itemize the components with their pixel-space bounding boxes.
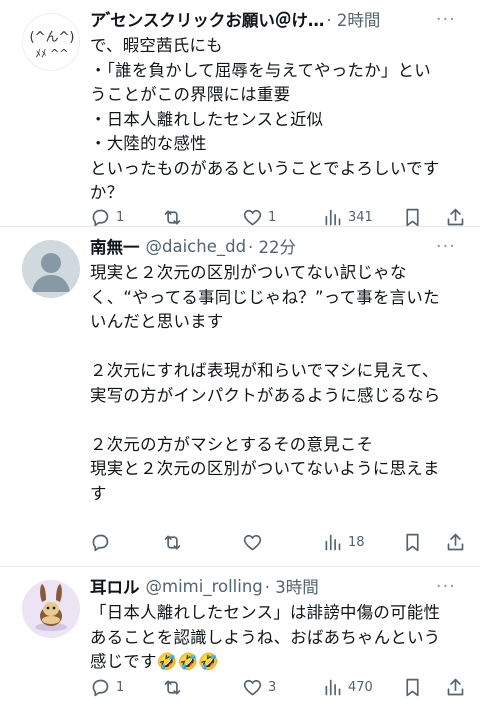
more-icon[interactable]: ··· (436, 9, 468, 30)
tweet-text: で、暇空茜氏にも ・「誰を負かして屈辱を与えてやったか」とい うことがこの界隈に… (90, 36, 440, 202)
like-count: 1 (268, 209, 277, 225)
retweet-icon (164, 210, 181, 224)
retweet-button[interactable] (162, 532, 242, 553)
tweet-actions: 1 3 470 (90, 675, 466, 699)
tweet-2[interactable]: 南無一 @daiche_dd · 22分 ··· 現実と２次元の区別がついてない… (0, 227, 480, 567)
bookmark-icon (406, 533, 419, 551)
reply-button[interactable] (90, 532, 162, 553)
tweet-actions: 1 1 341 (90, 205, 466, 229)
share-icon (447, 533, 464, 550)
reply-icon (92, 679, 109, 696)
retweet-icon (164, 535, 181, 549)
reply-icon (92, 534, 109, 551)
timestamp[interactable]: · 2時間 (326, 7, 380, 31)
like-icon (243, 534, 262, 550)
timestamp[interactable]: · 22分 (248, 234, 296, 258)
bookmark-icon (406, 208, 419, 226)
more-icon[interactable]: ··· (436, 236, 468, 257)
views-button[interactable]: 470 (322, 677, 402, 698)
tweet-header: 耳ロル @mimi_rolling · 3時間 ··· (90, 573, 468, 599)
retweet-button[interactable] (162, 207, 242, 228)
reply-button[interactable]: 1 (90, 677, 162, 698)
author-name[interactable]: ア ゙センスクリックお願い＠け… (90, 7, 324, 31)
author-handle[interactable]: @daiche_dd (146, 237, 247, 256)
share-icon (447, 208, 464, 225)
share-button[interactable] (445, 532, 466, 553)
tweet-3[interactable]: 耳ロル @mimi_rolling · 3時間 ··· 「日本人離れしたセンス」… (0, 567, 480, 716)
share-icon (447, 678, 464, 695)
author-name[interactable]: 耳ロル (90, 574, 140, 598)
like-button[interactable]: 3 (242, 677, 322, 698)
bookmark-button[interactable] (402, 677, 436, 698)
retweet-icon (164, 680, 181, 694)
avatar[interactable]: (^ん^) ﾒﾒ ^^ (22, 13, 80, 71)
like-count: 3 (268, 679, 277, 695)
avatar[interactable] (22, 580, 80, 638)
like-button[interactable] (242, 532, 322, 553)
like-button[interactable]: 1 (242, 207, 322, 228)
bookmark-icon (406, 678, 419, 696)
svg-text:(^ん^): (^ん^) (30, 30, 75, 45)
views-button[interactable]: 341 (322, 207, 402, 228)
tweet-text: 現実と２次元の区別がついてない訳じゃな く、“やってる事同じじゃね？”って事を言… (90, 263, 441, 503)
views-button[interactable]: 18 (322, 532, 402, 553)
reply-count: 1 (116, 679, 125, 695)
author-handle[interactable]: @mimi_rolling (146, 577, 263, 596)
svg-text:ﾒﾒ ^^: ﾒﾒ ^^ (36, 47, 69, 60)
tweet-header: ア ゙センスクリックお願い＠け… · 2時間 ··· (90, 6, 468, 32)
like-icon (243, 679, 262, 695)
bookmark-button[interactable] (402, 207, 436, 228)
views-count: 18 (348, 534, 365, 550)
share-button[interactable] (445, 677, 466, 698)
reply-icon (92, 209, 109, 226)
views-icon (325, 209, 341, 225)
views-icon (325, 534, 341, 550)
author-name[interactable]: 南無一 (90, 234, 140, 258)
reply-count: 1 (116, 209, 125, 225)
bookmark-button[interactable] (402, 532, 436, 553)
avatar[interactable] (22, 240, 80, 298)
tweet-1[interactable]: (^ん^) ﾒﾒ ^^ ア ゙センスクリックお願い＠け… · 2時間 ··· で… (0, 0, 480, 227)
like-icon (243, 209, 262, 225)
tweet-header: 南無一 @daiche_dd · 22分 ··· (90, 233, 468, 259)
reply-button[interactable]: 1 (90, 207, 162, 228)
views-count: 341 (348, 209, 373, 225)
views-count: 470 (348, 679, 373, 695)
retweet-button[interactable] (162, 677, 242, 698)
timestamp[interactable]: · 3時間 (265, 574, 319, 598)
share-button[interactable] (445, 207, 466, 228)
tweet-actions: 18 (90, 530, 466, 554)
tweet-text: 「日本人離れしたセンス」は誹謗中傷の可能性 あることを認識しようね、おばあちゃん… (90, 603, 441, 671)
views-icon (325, 679, 341, 695)
more-icon[interactable]: ··· (436, 576, 468, 597)
